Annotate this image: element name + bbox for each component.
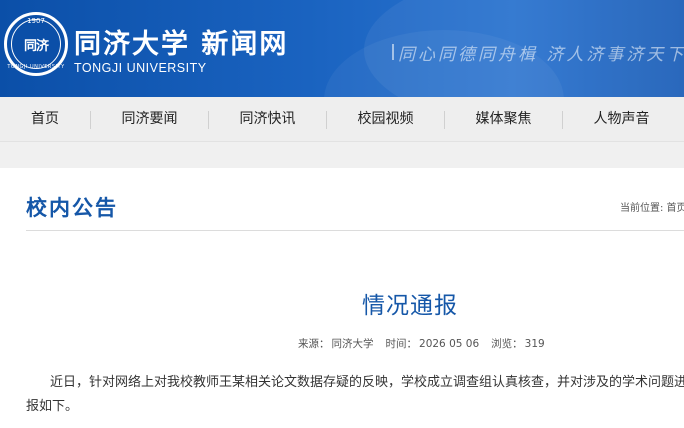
- paragraph-text: 近日，针对网络上对我校教师王某相关论文数据存疑的反映，学校成立调查组认真核查，并…: [50, 375, 684, 390]
- paragraph-line: 报如下。: [26, 399, 79, 414]
- article-title: 情况通报: [362, 293, 458, 319]
- breadcrumb[interactable]: 当前位置: 首页: [620, 199, 684, 214]
- time-label: 时间：: [385, 338, 418, 350]
- university-logo-icon[interactable]: 1907 同济 TONGJI UNIVERSITY: [4, 12, 68, 76]
- logo-mark: 同济: [11, 19, 61, 69]
- university-english-name: TONGJI UNIVERSITY: [74, 61, 207, 75]
- main-nav: 首页 同济要闻 同济快讯 校园视频 媒体聚焦 人物声音: [0, 97, 684, 142]
- nav-item-home[interactable]: 首页: [0, 97, 90, 142]
- source-label: 来源：: [298, 338, 330, 350]
- views-label: 浏览：: [491, 338, 523, 350]
- site-header: 1907 同济 TONGJI UNIVERSITY 同济大学 新闻网 TONGJ…: [0, 0, 684, 97]
- logo-ring-text: TONGJI UNIVERSITY: [7, 64, 65, 70]
- nav-item-people-voices[interactable]: 人物声音: [563, 97, 680, 142]
- paragraph-line: 近日，针对网络上对我校教师王某相关论文数据存疑的反映，学校成立调查组认真核查，并…: [26, 371, 684, 395]
- nav-item-tongji-news[interactable]: 同济要闻: [91, 97, 208, 142]
- time-value: 2026 05 06: [419, 338, 480, 350]
- nav-item-tongji-flash[interactable]: 同济快讯: [209, 97, 326, 142]
- section-divider: [26, 230, 684, 231]
- motto-divider: [392, 44, 394, 60]
- nav-spacer-band: [0, 142, 684, 168]
- views-count: 319: [524, 338, 545, 350]
- nav-item-media-focus[interactable]: 媒体聚焦: [445, 97, 562, 142]
- source-value: 同济大学: [331, 338, 374, 350]
- nav-item-campus-video[interactable]: 校园视频: [327, 97, 444, 142]
- article-meta: 来源： 同济大学 时间： 2026 05 06 浏览： 319: [298, 336, 547, 351]
- logo-year: 1907: [27, 17, 45, 25]
- site-name[interactable]: 同济大学 新闻网: [74, 22, 288, 61]
- university-motto: 同心同德同舟楫 济人济事济天下: [398, 45, 684, 65]
- section-title: 校内公告: [26, 195, 118, 220]
- article-body: 近日，针对网络上对我校教师王某相关论文数据存疑的反映，学校成立调查组认真核查，并…: [26, 371, 684, 419]
